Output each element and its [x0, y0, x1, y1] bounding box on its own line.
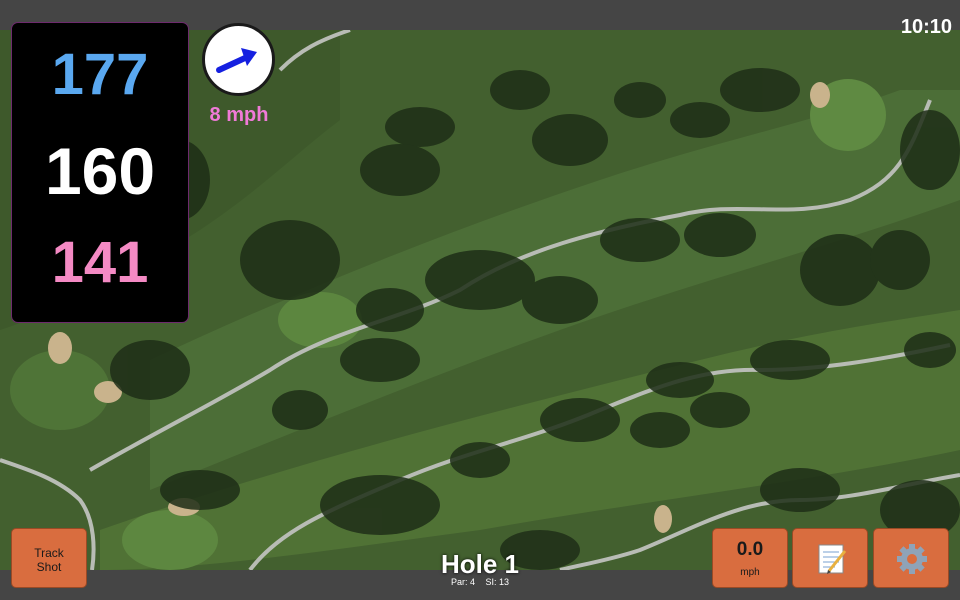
wind-indicator[interactable]: [202, 23, 275, 96]
wind-speed: 8 mph: [209, 104, 269, 126]
speed-value: 0.0: [736, 539, 764, 560]
track-shot-label-line1: Track: [34, 546, 64, 560]
hole-title: Hole 1: [440, 549, 520, 579]
track-shot-button[interactable]: Track Shot: [11, 528, 87, 588]
clock: 10:10: [900, 16, 952, 38]
hole-par: Par: 4: [450, 577, 475, 587]
notepad-icon: [818, 544, 847, 574]
middle-distance: 160: [44, 134, 156, 208]
hole-si: SI: 13: [485, 577, 510, 587]
arrow-right-up-icon: [216, 48, 257, 73]
back-distance: 177: [51, 42, 149, 107]
hole-meta: Par: 4 SI: 13: [380, 577, 580, 587]
front-distance: 141: [51, 230, 149, 295]
track-shot-label-line2: Shot: [36, 560, 62, 574]
speed-unit: mph: [740, 567, 760, 578]
gear-icon: [897, 544, 927, 574]
settings-button[interactable]: [873, 528, 949, 588]
distance-panel[interactable]: 177 160 141: [11, 22, 189, 323]
speed-button[interactable]: 0.0 mph: [712, 528, 788, 588]
notes-button[interactable]: [792, 528, 868, 588]
